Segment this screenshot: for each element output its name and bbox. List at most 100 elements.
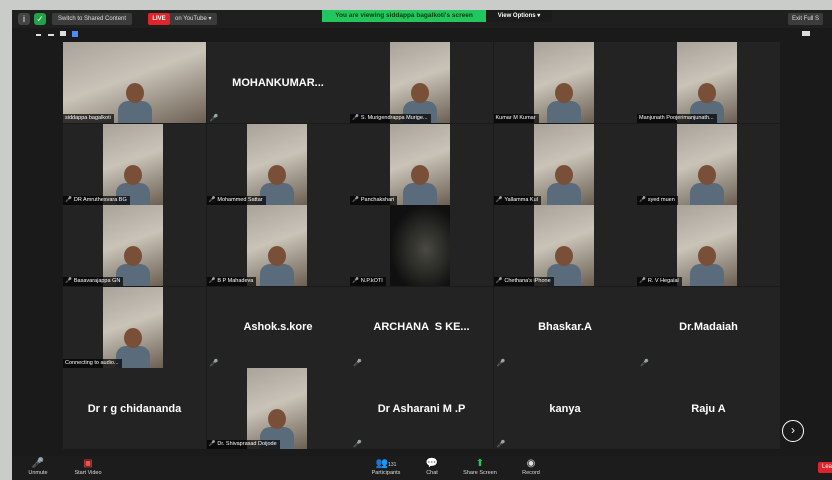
participant-tile[interactable]: kanya 🎤 — [493, 368, 637, 449]
participant-name: Panchakshari — [360, 196, 395, 203]
info-icon[interactable]: i — [18, 13, 30, 25]
switch-share-label: Switch to Shared Content — [58, 16, 127, 22]
participant-tile[interactable]: Connecting to audio... — [63, 286, 206, 368]
chat-button[interactable]: 💬 Chat — [420, 458, 444, 476]
muted-mic-icon: 🎤 — [640, 359, 649, 367]
participant-name: Basavarajappa GN — [73, 278, 121, 284]
participant-tile[interactable]: 🎤 Dr. Shivaprasad Doijode — [206, 368, 350, 449]
participant-figure — [690, 246, 724, 286]
participant-name: Dr. Shivaprasad Doijode — [217, 441, 277, 447]
start-video-label: Start Video — [74, 470, 102, 476]
participant-video — [246, 205, 307, 286]
participant-name-large: ARCHANA S KE... — [373, 321, 470, 333]
record-button[interactable]: ◉ Record — [516, 458, 546, 476]
participant-video — [103, 123, 163, 205]
participant-tile[interactable]: Raju A — [637, 368, 780, 449]
live-badge[interactable]: LIVE — [148, 13, 170, 25]
participant-tile[interactable]: 🎤 Panchakshari — [350, 123, 493, 205]
unmute-button[interactable]: 🎤 Unmute — [22, 458, 54, 476]
participant-figure — [259, 246, 294, 286]
speaker-view-icon[interactable] — [60, 31, 66, 36]
participant-name: siddappa bagalkoti — [65, 115, 111, 121]
participant-name-label: 🎤 Dr. Shivaprasad Doijode — [206, 440, 280, 449]
participant-body — [403, 182, 437, 205]
participant-video — [533, 205, 594, 286]
participant-figure — [690, 164, 724, 205]
participant-body — [546, 101, 581, 123]
participant-body — [117, 101, 152, 123]
start-video-button[interactable]: ▣ Start Video — [68, 458, 108, 476]
participant-tile[interactable]: MOHANKUMAR... 🎤 — [206, 42, 350, 123]
participant-tile[interactable]: 🎤 Yallamma Kul — [493, 123, 637, 205]
muted-mic-icon: 🎤 — [496, 359, 506, 367]
switch-shared-content-button[interactable]: Switch to Shared Content — [52, 13, 133, 25]
participant-video — [63, 42, 206, 123]
muted-mic-icon: 🎤 — [208, 278, 216, 284]
participant-body — [690, 264, 724, 286]
muted-mic-icon: 🎤 — [352, 278, 359, 284]
participant-body — [259, 264, 294, 286]
participant-name: Kumar M Kumar — [495, 115, 536, 121]
participant-tile[interactable]: Dr.Madaiah 🎤 — [637, 286, 780, 368]
share-screen-button[interactable]: ⬆ Share Screen — [458, 458, 502, 476]
participant-video — [246, 123, 307, 205]
muted-mic-icon: 🎤 — [208, 196, 216, 203]
participants-count: 131 — [388, 462, 397, 468]
participant-name-label: 🎤 N.P.kOTI — [350, 277, 386, 286]
muted-mic-icon: 🎤 — [495, 196, 503, 203]
participant-figure — [546, 164, 581, 205]
view-toolbar — [12, 28, 832, 42]
participant-tile[interactable]: 🎤 N.P.kOTI — [350, 205, 493, 286]
participant-tile[interactable]: Bhaskar.A 🎤 — [493, 286, 637, 368]
participant-video — [677, 42, 737, 123]
view-options-button[interactable]: View Options ▾ — [486, 10, 552, 22]
participant-tile[interactable]: Kumar M Kumar — [493, 42, 637, 123]
participant-name-label: 🎤 syed muen — [637, 195, 678, 205]
exit-fullscreen-button[interactable]: Exit Full S — [788, 13, 824, 25]
record-label: Record — [522, 470, 540, 476]
participant-tile[interactable]: Dr r g chidananda — [63, 368, 206, 449]
thumbnail-icon[interactable] — [48, 34, 54, 36]
participant-name-label: 🎤 Yallamma Kul — [493, 195, 541, 205]
participant-tile[interactable]: 🎤 syed muen — [637, 123, 780, 205]
minimize-icon[interactable] — [36, 34, 41, 36]
participant-tile[interactable]: ARCHANA S KE... 🎤 — [350, 286, 493, 368]
participant-tile[interactable]: 🎤 R. V Hegalal — [637, 205, 780, 286]
participant-head — [124, 164, 142, 185]
participant-video — [677, 123, 737, 205]
leave-button[interactable]: Lea — [818, 462, 832, 473]
muted-mic-icon: 🎤 — [209, 359, 219, 367]
participant-head — [554, 164, 573, 185]
participant-head — [698, 246, 716, 266]
share-screen-icon: ⬆ — [475, 458, 485, 469]
participant-tile[interactable]: 🎤 Basavarajappa GN — [63, 205, 206, 286]
participant-tile[interactable]: 🎤 B P Mahadeva — [206, 205, 350, 286]
participant-name-label: Kumar M Kumar — [493, 114, 539, 123]
participant-head — [267, 164, 286, 185]
participant-name-label: 🎤 DR Amruthesvara BG — [63, 195, 130, 205]
participant-head — [698, 164, 716, 185]
participant-name-large: kanya — [549, 402, 581, 415]
fullscreen-toggle-icon[interactable] — [802, 31, 810, 36]
participant-head — [554, 83, 573, 103]
participant-tile[interactable]: Ashok.s.kore 🎤 — [206, 286, 350, 368]
view-options-label: View Options — [497, 13, 536, 19]
participant-tile[interactable]: 🎤 DR Amruthesvara BG — [63, 123, 206, 205]
next-page-button[interactable]: › — [782, 420, 804, 442]
gallery-view-icon[interactable] — [72, 31, 78, 37]
participant-figure — [403, 164, 437, 205]
participant-tile[interactable]: Manjunath Poojerimanjunath... — [637, 42, 780, 123]
participant-tile[interactable]: Dr Asharani M .P 🎤 — [350, 368, 493, 449]
participants-button[interactable]: 👥131 Participants — [364, 458, 408, 476]
participant-tile[interactable]: 🎤 Mohammed Sattar — [206, 123, 350, 205]
shield-icon[interactable]: ✓ — [34, 13, 46, 25]
participant-tile[interactable]: siddappa bagalkoti — [63, 42, 206, 123]
participant-tile[interactable]: 🎤 S. Murigendrappa Murige... — [350, 42, 493, 123]
youtube-stream-button[interactable]: on YouTube ▾ — [170, 13, 217, 25]
participant-name: R. V Hegalal — [647, 278, 679, 284]
participant-tile[interactable]: 🎤 Chethana's iPhone — [493, 205, 637, 286]
participant-name-large: Ashok.s.kore — [243, 321, 313, 333]
muted-mic-icon: 🎤 — [639, 196, 646, 203]
participant-name-large: Dr r g chidananda — [87, 402, 182, 415]
microphone-muted-icon: 🎤 — [31, 458, 45, 469]
